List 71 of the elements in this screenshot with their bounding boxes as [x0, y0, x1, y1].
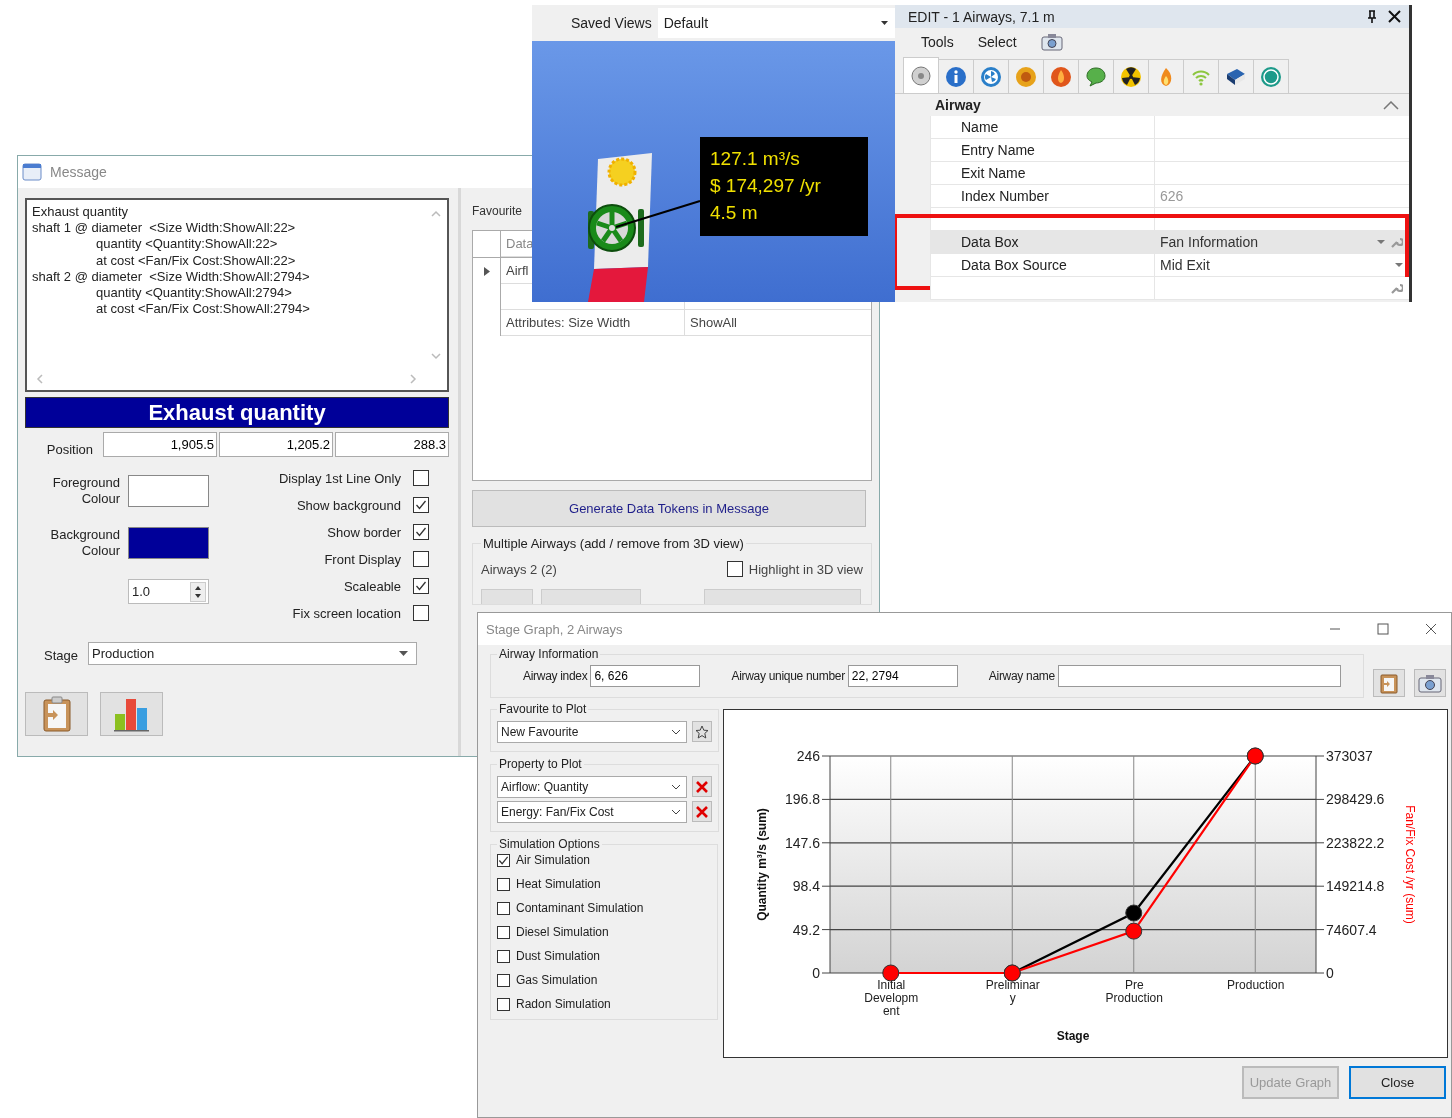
checkbox-label: Dust Simulation: [516, 949, 601, 963]
axis-tick-label: 373037: [1326, 748, 1373, 764]
stage-label: Stage: [44, 647, 78, 663]
favourite-label: Favourite: [472, 204, 523, 218]
option-label: Front Display: [324, 551, 401, 567]
property-label: Data Box Source: [930, 254, 1155, 277]
axis-tick-label: 223822.2: [1326, 834, 1385, 851]
colour-label: Foreground Colour: [51, 475, 120, 507]
group-label: Multiple Airways (add / remove from 3D view): [482, 536, 745, 551]
group-label: Airway Information: [498, 647, 600, 661]
axis-tick-label: 196.8: [784, 791, 820, 808]
airways-count: Airways 2 (2): [481, 561, 557, 577]
group-label: Simulation Options: [498, 837, 601, 851]
group-label: Property to Plot: [498, 757, 583, 771]
axis-tick-label: 147.6: [784, 834, 820, 851]
saved-views-label: Saved Views: [571, 15, 652, 31]
option-label: Scaleable: [343, 578, 401, 594]
checkbox-label: Heat Simulation: [516, 877, 601, 891]
axis-tick-label: 74607.4: [1326, 921, 1377, 938]
option-label: Fix screen location: [292, 605, 401, 621]
field-label: Airway index: [523, 669, 588, 683]
message-line: shaft 2 @ diameter <Size Width:ShowAll:2794>: [32, 268, 310, 285]
group-label: Favourite to Plot: [498, 702, 588, 716]
x-axis-title: Stage: [1056, 1029, 1090, 1043]
checkbox-label: Air Simulation: [516, 853, 591, 867]
table-cell: ShowAll: [685, 310, 871, 336]
message-banner: Exhaust quantity: [25, 397, 449, 428]
axis-tick-label: 149214.8: [1326, 878, 1385, 895]
field-label: Airway name: [988, 669, 1055, 683]
checkbox-label: Contaminant Simulation: [516, 901, 644, 915]
axis-tick-label: 49.2: [792, 921, 820, 938]
axis-tick-label: Production: [1226, 979, 1286, 992]
colour-label: Background Colour: [49, 527, 120, 559]
y-axis-title: Quantity m³/s (sum): [755, 808, 769, 921]
axis-tick-label: Pre Production: [1104, 979, 1164, 1005]
checkbox-label: Highlight in 3D view: [748, 561, 863, 577]
data-box-text: $ 174,297 /yr: [710, 174, 822, 198]
option-label: Display 1st Line Only: [278, 470, 401, 486]
property-label: Name: [930, 116, 1155, 139]
secondary-y-axis-title: Fan/Fix Cost /yr (sum): [1403, 805, 1417, 924]
window-title: Stage Graph, 2 Airways: [486, 621, 623, 637]
option-label: Show background: [296, 497, 401, 513]
axis-tick-label: Initial Development: [863, 979, 920, 1018]
checkbox-label: Diesel Simulation: [516, 925, 609, 939]
data-box-text: 4.5 m: [710, 201, 759, 225]
checkbox-label: Radon Simulation: [516, 997, 611, 1011]
axis-tick-label: 0: [812, 965, 820, 981]
property-label: Data Box: [930, 231, 1155, 254]
field-label: Airway unique number: [731, 669, 845, 683]
message-line: Exhaust quantity: [32, 204, 129, 221]
position-label: Position: [45, 442, 94, 457]
table-cell: Attributes: Size Width: [501, 310, 685, 336]
message-line: at cost <Fan/Fix Cost:ShowAll:22>: [95, 252, 296, 269]
property-label: Entry Name: [930, 139, 1155, 162]
message-line: quantity <Quantity:ShowAll:2794>: [95, 285, 292, 302]
axis-tick-label: Preliminary: [984, 979, 1041, 1005]
axis-tick-label: 98.4: [792, 878, 820, 895]
data-box-text: 127.1 m³/s: [710, 147, 801, 171]
property-label: Index Number: [930, 185, 1155, 208]
panel-title: EDIT - 1 Airways, 7.1 m: [908, 8, 1055, 25]
axis-tick-label: 246: [796, 748, 820, 764]
option-label: Show border: [327, 524, 401, 540]
checkbox-label: Gas Simulation: [516, 973, 598, 987]
axis-tick-label: 0: [1326, 965, 1334, 981]
window-title: Message: [50, 164, 107, 180]
message-line: quantity <Quantity:ShowAll:22>: [95, 236, 278, 253]
property-label: Exit Name: [930, 162, 1155, 185]
section-title: Airway: [935, 97, 981, 113]
message-line: shaft 1 @ diameter <Size Width:ShowAll:22>: [32, 220, 296, 237]
message-line: at cost <Fan/Fix Cost:ShowAll:2794>: [95, 301, 310, 318]
axis-tick-label: 298429.6: [1326, 791, 1385, 808]
